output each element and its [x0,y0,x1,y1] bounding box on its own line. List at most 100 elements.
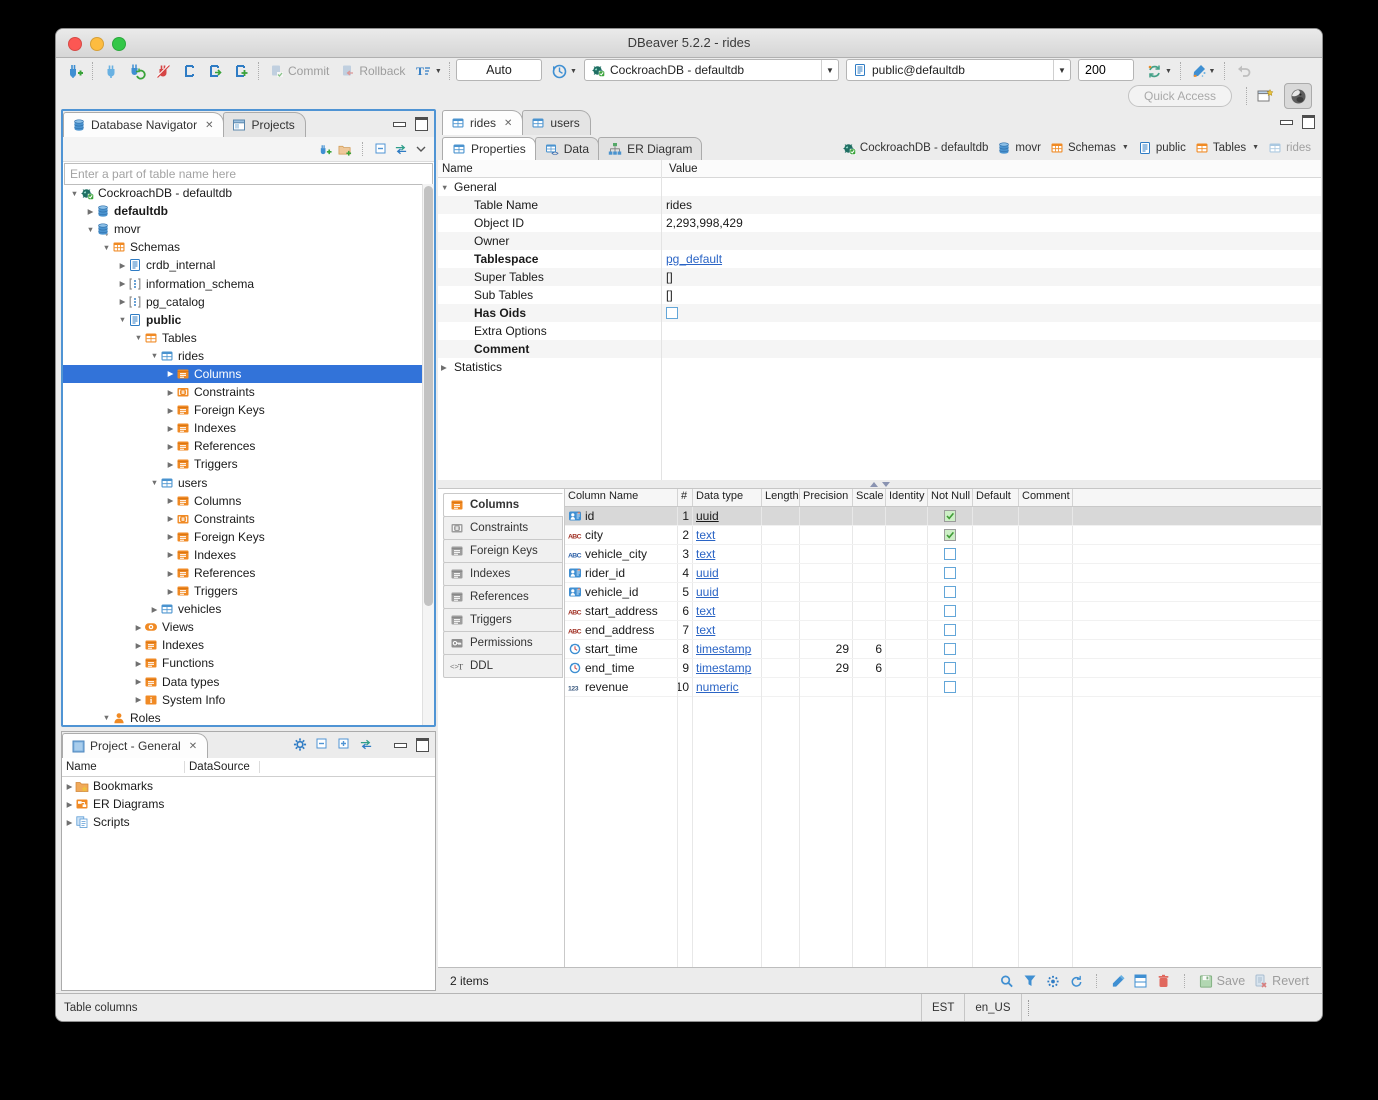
collapse-arrow-icon[interactable]: ▶ [165,442,176,451]
collapse-arrow-icon[interactable]: ▶ [133,695,144,704]
column-header-datasource[interactable]: DataSource [185,761,260,773]
expand-arrow-icon[interactable]: ▼ [85,225,96,234]
not-null-checkbox[interactable] [944,643,956,655]
subtab-properties[interactable]: Properties [442,137,536,160]
tree-item-information-schema[interactable]: ▶information_schema [63,274,434,292]
column-header-name[interactable]: Name [62,761,185,773]
collapse-arrow-icon[interactable]: ▶ [64,818,75,827]
editor-tab-rides[interactable]: rides✕ [442,110,523,135]
property-row-general[interactable]: ▼General [438,178,1321,196]
grid-header-not-null[interactable]: Not Null [928,489,973,506]
expand-arrow-icon[interactable]: ▼ [133,333,144,342]
splitter-up-icon[interactable] [870,482,878,487]
collapse-arrow-icon[interactable]: ▶ [165,587,176,596]
tree-item-constraints[interactable]: ▶Constraints [63,510,434,528]
tree-item-triggers[interactable]: ▶Triggers [63,455,434,473]
not-null-checkbox[interactable] [944,510,956,522]
collapse-arrow-icon[interactable]: ▶ [165,460,176,469]
tab-database-navigator[interactable]: Database Navigator ✕ [63,112,224,137]
collapse-arrow-icon[interactable]: ▶ [133,623,144,632]
expand-arrow-icon[interactable]: ▼ [149,478,160,487]
filter-icon[interactable] [1023,974,1037,988]
close-window-button[interactable] [68,37,82,51]
disconnect-icon[interactable] [150,59,176,83]
connect-icon[interactable] [98,59,124,83]
tree-item-indexes[interactable]: ▶Indexes [63,636,434,654]
breadcrumb-rides[interactable]: rides [1268,141,1311,155]
collapse-arrow-icon[interactable]: ▶ [64,782,75,791]
grid-row-start-time[interactable]: start_time8timestamp296 [565,640,1321,659]
expand-arrow-icon[interactable]: ▼ [117,315,128,324]
brush-icon[interactable]: ▼ [1186,59,1220,83]
grid-row-end-address[interactable]: ABCend_address7text [565,621,1321,640]
tree-item-constraints[interactable]: ▶Constraints [63,383,434,401]
gear-icon[interactable] [1046,974,1060,988]
collapse-arrow-icon[interactable]: ▶ [165,496,176,505]
not-null-checkbox[interactable] [944,548,956,560]
grid-row-vehicle-id[interactable]: vehicle_id5uuid [565,583,1321,602]
detail-tab-references[interactable]: References [443,585,563,609]
subtab-er-diagram[interactable]: ER Diagram [598,137,702,160]
expand-arrow-icon[interactable]: ▼ [101,713,112,722]
not-null-checkbox[interactable] [944,605,956,617]
edit-pencil-icon[interactable] [1111,974,1125,988]
tree-item-references[interactable]: ▶References [63,564,434,582]
breadcrumb-public[interactable]: public [1138,141,1186,155]
data-type-link[interactable]: uuid [696,566,719,580]
expand-arrow-icon[interactable]: ▼ [441,183,451,192]
collapse-all-icon[interactable] [374,142,388,156]
grid-row-city[interactable]: ABCcity2text [565,526,1321,545]
minimize-window-button[interactable] [90,37,104,51]
link-with-editor-icon[interactable] [359,737,373,751]
collapse-arrow-icon[interactable]: ▶ [64,800,75,809]
not-null-checkbox[interactable] [944,624,956,636]
property-row-super-tables[interactable]: Super Tables[] [438,268,1321,286]
collapse-arrow-icon[interactable]: ▶ [133,659,144,668]
tree-item-indexes[interactable]: ▶Indexes [63,546,434,564]
not-null-checkbox[interactable] [944,529,956,541]
collapse-arrow-icon[interactable]: ▶ [165,514,176,523]
not-null-checkbox[interactable] [944,662,956,674]
transaction-auto-combo[interactable]: Auto [456,59,542,81]
collapse-arrow-icon[interactable]: ▶ [133,677,144,686]
minimize-view-icon[interactable] [1280,120,1293,125]
horizontal-splitter[interactable] [438,480,1321,488]
detail-tab-foreign-keys[interactable]: Foreign Keys [443,539,563,563]
detail-tab-ddl[interactable]: <>TDDL [443,654,563,678]
property-row-comment[interactable]: Comment [438,340,1321,358]
grid-header-column-name[interactable]: Column Name [565,489,678,506]
project-item-bookmarks[interactable]: ▶Bookmarks [62,777,435,795]
breadcrumb-cockroachdb-defaultdb[interactable]: CockroachDB - defaultdb [842,141,988,155]
tree-item-indexes[interactable]: ▶Indexes [63,419,434,437]
grid-header-length[interactable]: Length [762,489,800,506]
properties-header-value[interactable]: Value [664,163,698,175]
gear-icon[interactable] [293,737,307,751]
collapse-arrow-icon[interactable]: ▶ [165,388,176,397]
detail-tab-columns[interactable]: Columns [443,493,563,517]
new-connection-icon[interactable] [62,59,88,83]
new-connection-small-icon[interactable] [318,142,332,156]
collapse-arrow-icon[interactable]: ▶ [133,641,144,650]
has-oids-checkbox[interactable] [666,307,678,319]
grid-header-data-type[interactable]: Data type [693,489,762,506]
property-row-sub-tables[interactable]: Sub Tables[] [438,286,1321,304]
tree-item-system-info[interactable]: ▶iSystem Info [63,691,434,709]
commit-button[interactable]: Commit [264,59,335,83]
grid-header-default[interactable]: Default [973,489,1019,506]
grid-row-rider-id[interactable]: rider_id4uuid [565,564,1321,583]
property-value-link[interactable]: pg_default [666,252,722,266]
tree-item-defaultdb[interactable]: ▶defaultdb [63,202,434,220]
collapse-arrow-icon[interactable]: ▶ [165,569,176,578]
open-perspective-icon[interactable] [1252,84,1278,108]
tree-item-references[interactable]: ▶References [63,437,434,455]
not-null-checkbox[interactable] [944,567,956,579]
data-type-link[interactable]: text [696,623,715,637]
new-sql-editor-icon[interactable] [228,59,254,83]
sql-editor-icon[interactable] [176,59,202,83]
new-folder-icon[interactable] [338,142,352,156]
data-type-link[interactable]: text [696,528,715,542]
not-null-checkbox[interactable] [944,586,956,598]
tree-item-foreign-keys[interactable]: ▶Foreign Keys [63,528,434,546]
grid-header-identity[interactable]: Identity [886,489,928,506]
data-type-link[interactable]: text [696,547,715,561]
